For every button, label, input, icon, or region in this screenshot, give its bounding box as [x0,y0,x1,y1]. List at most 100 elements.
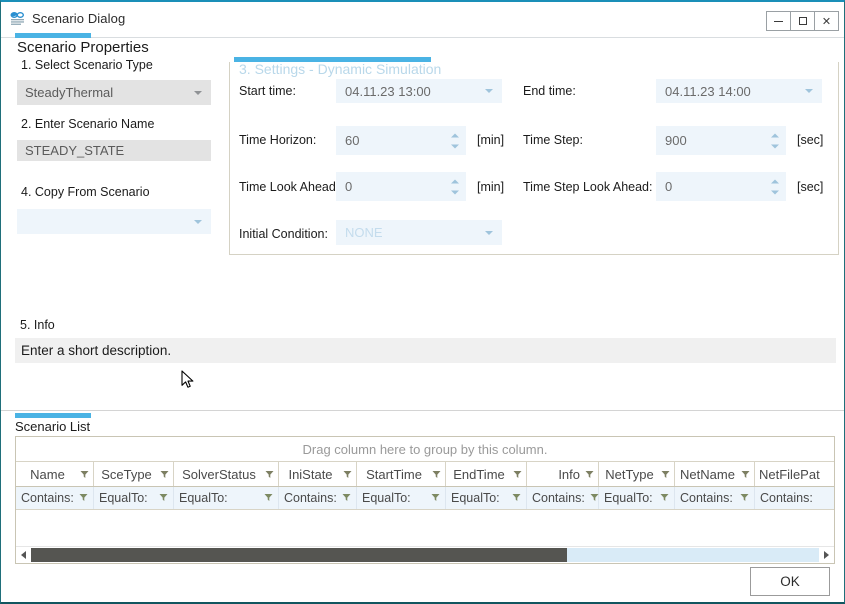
grid-filter-cell[interactable]: EqualTo: [357,487,446,509]
grid-column-header[interactable]: NetFilePat [755,462,834,486]
column-filter-icon[interactable] [265,467,274,482]
stepper-down-icon[interactable] [771,144,779,148]
scroll-left-button[interactable] [16,548,31,563]
filter-funnel-icon [265,470,274,478]
tab-scenario-list[interactable]: Scenario List [15,419,90,434]
filter-funnel-icon [343,470,352,478]
section-divider [1,410,844,411]
column-filter-icon[interactable] [741,467,750,482]
filter-funnel-icon [512,494,521,501]
stepper-down-icon[interactable] [771,190,779,194]
minimize-button[interactable] [766,11,791,31]
filter-operator-label: Contains: [21,491,74,505]
time-step-stepper[interactable] [771,133,779,148]
info-description-input[interactable]: Enter a short description. [15,338,836,363]
scenario-type-value: SteadyThermal [25,85,114,100]
maximize-button[interactable] [790,11,815,31]
ok-button[interactable]: OK [750,567,830,596]
grid-filter-cell[interactable]: EqualTo: [94,487,174,509]
time-step-look-ahead-stepper[interactable] [771,179,779,194]
grid-group-panel[interactable]: Drag column here to group by this column… [16,437,834,462]
grid-column-header[interactable]: Name [16,462,94,486]
filter-dropdown-icon[interactable] [342,491,351,505]
column-filter-icon[interactable] [585,467,594,482]
time-step-look-ahead-input[interactable]: 0 [656,172,786,201]
column-filter-icon[interactable] [343,467,352,482]
filter-funnel-icon [740,494,749,501]
close-button[interactable]: ✕ [814,11,839,31]
end-time-value: 04.11.23 14:00 [665,83,751,99]
grid-filter-cell[interactable]: Contains: [279,487,357,509]
scenario-name-input[interactable]: STEADY_STATE [17,140,211,161]
grid-body [16,510,834,547]
scenario-type-dropdown[interactable]: SteadyThermal [17,80,211,105]
filter-dropdown-icon[interactable] [590,491,599,505]
column-header-label: Name [30,466,65,482]
unit-time-look-ahead: [min] [477,180,505,194]
column-filter-icon[interactable] [661,467,670,482]
grid-column-header[interactable]: EndTime [446,462,527,486]
filter-funnel-icon [585,470,594,478]
filter-dropdown-icon[interactable] [159,491,168,505]
initial-condition-dropdown[interactable]: NONE [336,220,502,245]
stepper-up-icon[interactable] [451,179,459,183]
column-filter-icon[interactable] [160,467,169,482]
info-description-value: Enter a short description. [21,343,172,358]
filter-dropdown-icon[interactable] [512,491,521,505]
filter-funnel-icon [432,470,441,478]
window-title: Scenario Dialog [32,11,126,26]
stepper-up-icon[interactable] [451,133,459,137]
grid-column-header[interactable]: SceType [94,462,174,486]
grid-filter-cell[interactable]: EqualTo: [599,487,675,509]
time-step-input[interactable]: 900 [656,126,786,155]
copy-from-scenario-dropdown[interactable] [17,209,211,234]
chevron-down-icon [194,90,202,95]
column-filter-icon[interactable] [432,467,441,482]
time-look-ahead-stepper[interactable] [451,179,459,194]
scrollbar-thumb[interactable] [31,548,567,562]
grid-horizontal-scrollbar[interactable] [16,546,834,563]
grid-filter-cell[interactable]: Contains: [675,487,755,509]
scroll-right-button[interactable] [819,548,834,563]
grid-group-hint: Drag column here to group by this column… [302,441,548,457]
stepper-up-icon[interactable] [771,133,779,137]
label-start-time: Start time: [239,84,296,98]
maximize-icon [798,17,807,25]
window-controls: ✕ [766,11,839,31]
initial-condition-value: NONE [345,225,383,240]
filter-operator-label: EqualTo: [99,491,148,505]
stepper-up-icon[interactable] [771,179,779,183]
filter-dropdown-icon[interactable] [264,491,273,505]
stepper-down-icon[interactable] [451,190,459,194]
stepper-down-icon[interactable] [451,144,459,148]
grid-filter-cell[interactable]: EqualTo: [174,487,279,509]
label-time-step: Time Step: [523,133,583,147]
grid-filter-cell[interactable]: Contains: [527,487,599,509]
start-time-picker[interactable]: 04.11.23 13:00 [336,79,502,103]
column-filter-icon[interactable] [80,467,89,482]
grid-column-header[interactable]: Info [527,462,599,486]
filter-dropdown-icon[interactable] [79,491,88,505]
grid-column-header[interactable]: StartTime [357,462,446,486]
filter-dropdown-icon[interactable] [740,491,749,505]
label-enter-scenario-name: 2. Enter Scenario Name [21,117,155,131]
grid-column-header[interactable]: IniState [279,462,357,486]
filter-dropdown-icon[interactable] [660,491,669,505]
filter-funnel-icon [431,494,440,501]
end-time-picker[interactable]: 04.11.23 14:00 [656,79,822,103]
grid-filter-cell[interactable]: Contains: [755,487,834,509]
grid-column-header[interactable]: NetName [675,462,755,486]
grid-column-header[interactable]: SolverStatus [174,462,279,486]
filter-funnel-icon [513,470,522,478]
title-bar: Scenario Dialog ✕ [1,2,844,38]
column-filter-icon[interactable] [513,467,522,482]
filter-dropdown-icon[interactable] [431,491,440,505]
grid-column-header[interactable]: NetType [599,462,675,486]
scrollbar-track[interactable] [31,548,819,562]
time-look-ahead-input[interactable]: 0 [336,172,466,201]
time-horizon-stepper[interactable] [451,133,459,148]
grid-filter-cell[interactable]: Contains: [16,487,94,509]
time-horizon-input[interactable]: 60 [336,126,466,155]
grid-filter-cell[interactable]: EqualTo: [446,487,527,509]
filter-funnel-icon [79,494,88,501]
